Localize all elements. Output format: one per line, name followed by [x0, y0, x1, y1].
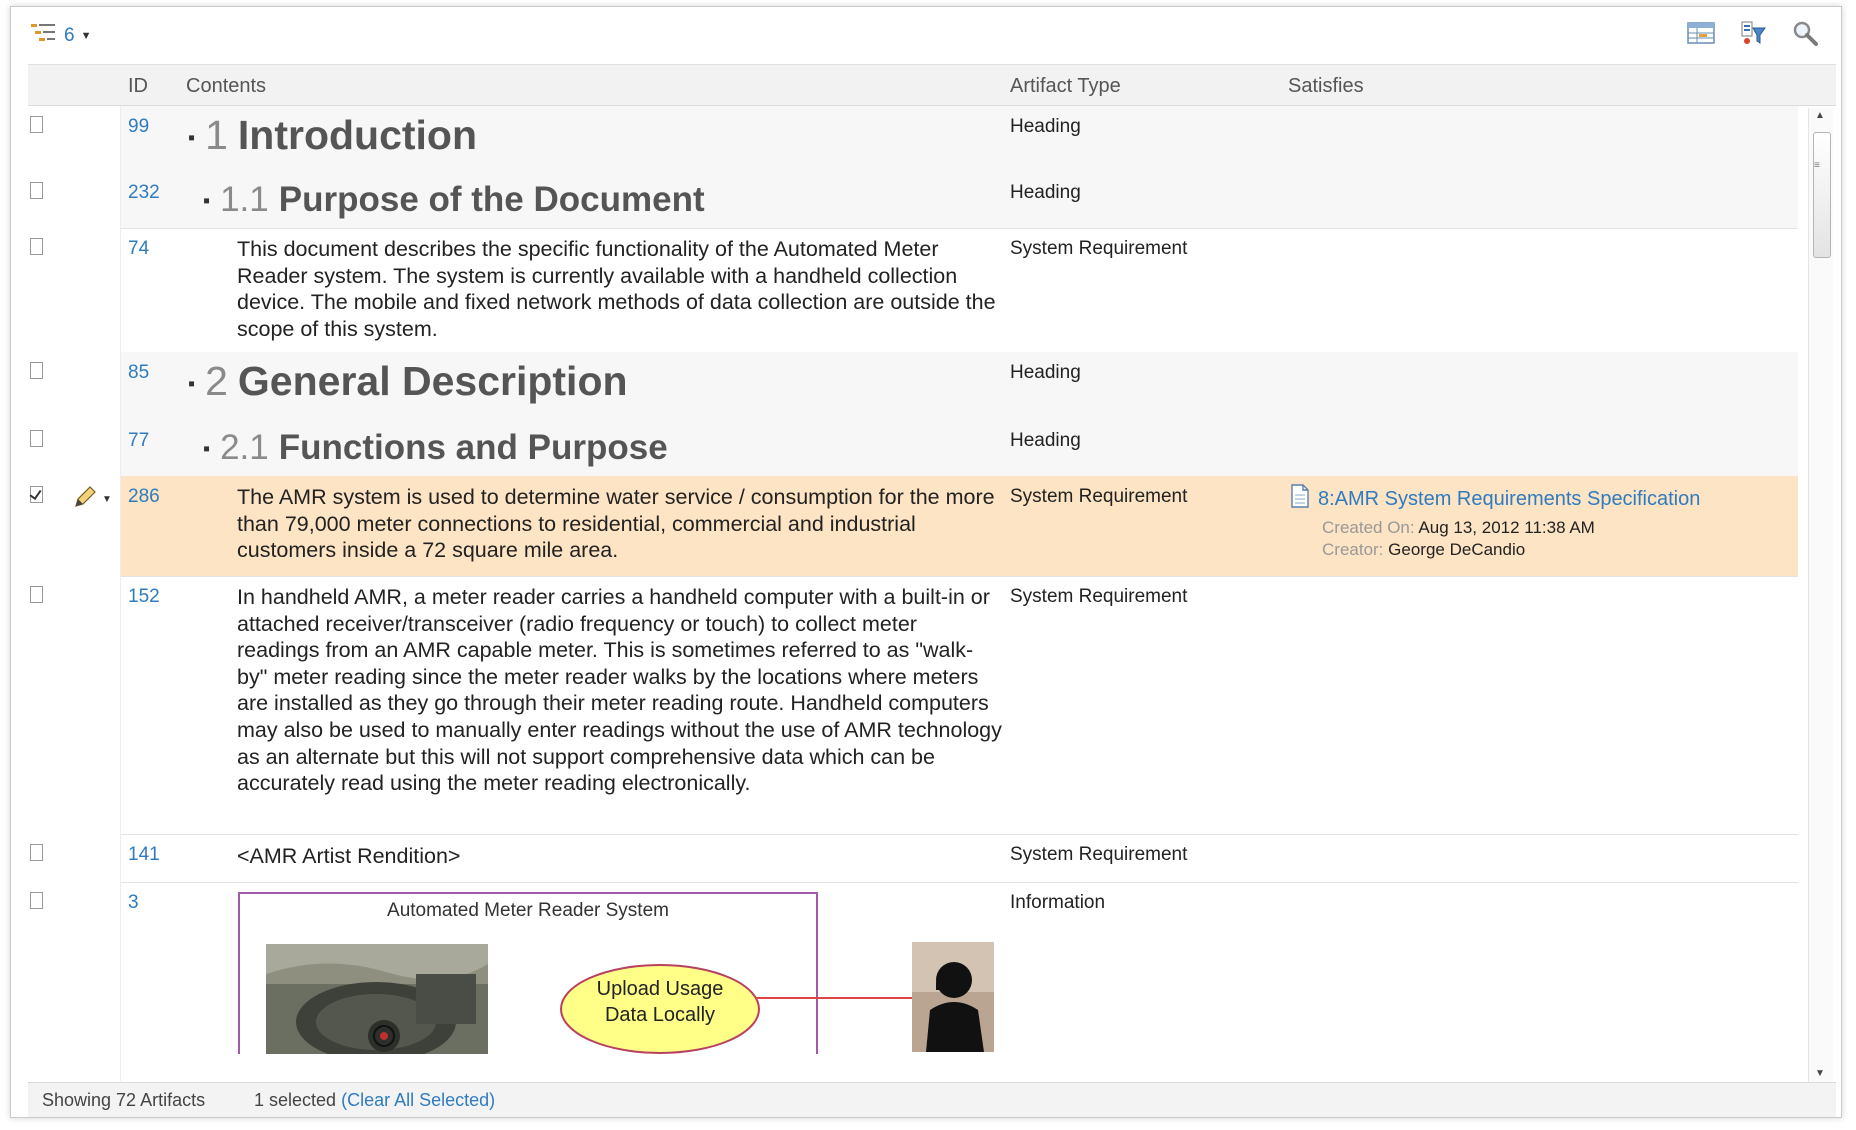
search-icon — [1791, 19, 1819, 52]
artifact-id[interactable]: 74 — [128, 238, 149, 260]
artifact-id[interactable]: 99 — [128, 116, 149, 138]
creator: Creator: George DeCandio — [1322, 540, 1526, 559]
table-row[interactable]: 85 ▪ 2 General Description Heading — [28, 352, 1798, 421]
filter-icon — [1739, 20, 1767, 51]
artifact-type: System Requirement — [1010, 844, 1188, 865]
heading-level-2: ▪ 2.1 Functions and Purpose — [203, 428, 668, 467]
collapse-toggle-icon[interactable]: ▪ — [188, 373, 195, 395]
heading-level-1: ▪ 2 General Description — [188, 358, 628, 404]
artifact-type: System Requirement — [1010, 238, 1188, 259]
table-row-selected[interactable]: ▼ 286 The AMR system is used to determin… — [28, 476, 1798, 577]
table-row[interactable]: 141 <AMR Artist Rendition> System Requir… — [28, 834, 1798, 883]
row-checkbox[interactable] — [30, 238, 43, 255]
table-row[interactable]: 3 Information Automated Meter Reader Sys… — [28, 882, 1798, 1081]
artifact-id[interactable]: 232 — [128, 182, 160, 204]
row-checkbox[interactable] — [30, 362, 43, 379]
person-photo — [912, 942, 994, 1052]
pencil-icon — [72, 484, 98, 515]
artifact-text: The AMR system is used to determine wate… — [237, 485, 995, 563]
artifact-type: Information — [1010, 892, 1106, 913]
artifact-type: Heading — [1010, 362, 1081, 383]
chevron-down-icon[interactable]: ▼ — [102, 494, 112, 505]
artifact-type: Heading — [1010, 430, 1081, 451]
artifact-type: Heading — [1010, 182, 1081, 203]
toolbar: 6 ▼ — [18, 16, 1830, 54]
artifact-id[interactable]: 141 — [128, 844, 160, 866]
scroll-grip-icon: ≡ — [1814, 160, 1820, 171]
column-header-artifact-type[interactable]: Artifact Type — [1010, 75, 1121, 98]
scroll-down-arrow-icon[interactable]: ▼ — [1815, 1068, 1825, 1079]
document-icon — [1290, 484, 1310, 514]
row-checkbox[interactable] — [30, 430, 43, 447]
scroll-thumb[interactable] — [1813, 132, 1831, 258]
column-header-satisfies[interactable]: Satisfies — [1288, 75, 1364, 98]
artifact-id[interactable]: 3 — [128, 892, 139, 914]
collapse-toggle-icon[interactable]: ▪ — [188, 127, 195, 149]
use-case-ellipse: Upload Usage Data Locally — [558, 960, 762, 1054]
selection-status: 1 selected (Clear All Selected) — [254, 1090, 496, 1110]
artifact-text: In handheld AMR, a meter reader carries … — [237, 585, 1002, 796]
column-header-id[interactable]: ID — [128, 75, 148, 98]
artifact-id[interactable]: 152 — [128, 586, 160, 608]
chevron-down-icon[interactable]: ▼ — [81, 30, 92, 42]
filter-button[interactable] — [1738, 20, 1768, 50]
meter-photo — [266, 944, 488, 1062]
row-checkbox[interactable] — [30, 116, 43, 133]
satisfies-cell: 8:AMR System Requirements Specification … — [1290, 484, 1700, 560]
artifact-text: This document describes the specific fun… — [237, 237, 996, 341]
table-row[interactable]: 152 In handheld AMR, a meter reader carr… — [28, 576, 1798, 835]
table-row[interactable]: 74 This document describes the specific … — [28, 228, 1798, 353]
vertical-scrollbar[interactable]: ▲ ≡ ▼ — [1808, 108, 1833, 1083]
edit-menu[interactable]: ▼ — [72, 484, 112, 515]
table-row[interactable]: 99 ▪ 1 Introduction Heading — [28, 106, 1798, 173]
satisfies-link[interactable]: 8:AMR System Requirements Specification — [1290, 484, 1700, 514]
column-header-contents[interactable]: Contents — [186, 75, 266, 98]
row-checkbox[interactable] — [30, 586, 43, 603]
grid-layout-icon — [1687, 21, 1715, 50]
created-on: Created On: Aug 13, 2012 11:38 AM — [1322, 518, 1595, 537]
collapse-toggle-icon[interactable]: ▪ — [203, 438, 210, 460]
artifact-id[interactable]: 286 — [128, 486, 160, 508]
table-row[interactable]: 77 ▪ 2.1 Functions and Purpose Heading — [28, 420, 1798, 477]
row-checkbox[interactable] — [30, 844, 43, 861]
artifact-id[interactable]: 77 — [128, 430, 149, 452]
scroll-up-arrow-icon[interactable]: ▲ — [1815, 110, 1825, 121]
diagram-connector — [756, 997, 914, 999]
heading-level-2: ▪ 1.1 Purpose of the Document — [203, 180, 705, 219]
artifact-count: Showing 72 Artifacts — [42, 1090, 206, 1110]
grid-layout-button[interactable] — [1686, 20, 1716, 50]
heading-level-1: ▪ 1 Introduction — [188, 112, 478, 158]
row-checkbox[interactable] — [30, 182, 43, 199]
artifact-text: <AMR Artist Rendition> — [237, 844, 461, 868]
diagram-title: Automated Meter Reader System — [387, 900, 669, 921]
row-checkbox[interactable] — [30, 892, 43, 909]
search-button[interactable] — [1790, 20, 1820, 50]
diagram-frame: Automated Meter Reader System Upload Usa… — [238, 892, 818, 1062]
artifact-grid: 99 ▪ 1 Introduction Heading 232 ▪ 1.1 Purpos… — [28, 106, 1798, 1081]
collapse-toggle-icon[interactable]: ▪ — [203, 190, 210, 212]
artifact-type: System Requirement — [1010, 586, 1188, 607]
table-row[interactable]: 232 ▪ 1.1 Purpose of the Document Heading — [28, 172, 1798, 229]
clear-all-selected-link[interactable]: Clear All Selected — [347, 1090, 489, 1110]
status-bar: Showing 72 Artifacts 1 selected (Clear A… — [28, 1082, 1836, 1117]
column-header: ID Contents Artifact Type Satisfies — [28, 64, 1836, 106]
level-selector[interactable]: 6 ▼ — [30, 22, 91, 49]
artifact-type: Heading — [1010, 116, 1081, 137]
artifact-type: System Requirement — [1010, 486, 1188, 507]
row-checkbox[interactable] — [30, 486, 43, 503]
artifact-id[interactable]: 85 — [128, 362, 149, 384]
tree-levels-icon — [30, 22, 58, 49]
level-count[interactable]: 6 — [64, 25, 75, 47]
